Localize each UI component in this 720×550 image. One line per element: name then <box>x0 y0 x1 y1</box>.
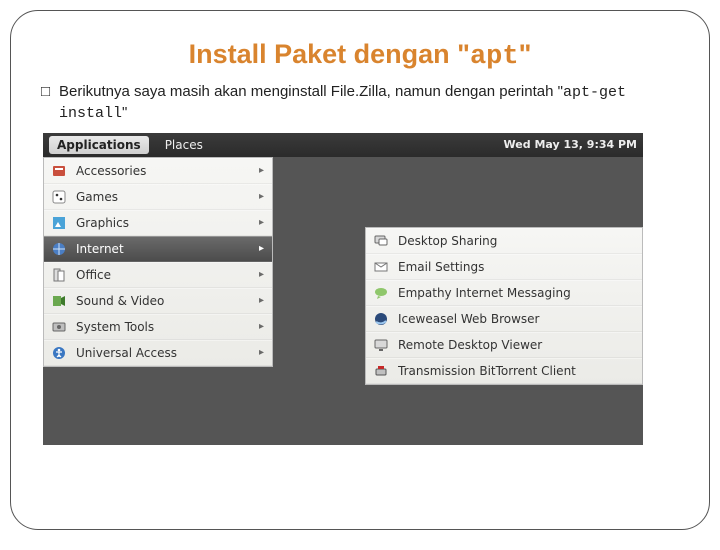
chevron-right-icon: ▸ <box>259 165 264 176</box>
submenu-item-label: Desktop Sharing <box>398 234 634 248</box>
menu-item-label: Internet <box>76 242 251 256</box>
menu-item-label: System Tools <box>76 320 251 334</box>
submenu-item-label: Transmission BitTorrent Client <box>398 364 634 378</box>
submenu-item-transmission[interactable]: Transmission BitTorrent Client <box>366 358 642 384</box>
menu-item-games[interactable]: Games ▸ <box>44 184 272 210</box>
menu-item-office[interactable]: Office ▸ <box>44 262 272 288</box>
accessories-icon <box>50 162 68 180</box>
slide-title: Install Paket dengan "apt" <box>41 39 679 72</box>
internet-submenu: Desktop Sharing Email Settings Empathy I… <box>365 227 643 385</box>
menu-item-graphics[interactable]: Graphics ▸ <box>44 210 272 236</box>
menu-item-label: Graphics <box>76 216 251 230</box>
panel-places-button[interactable]: Places <box>157 136 211 154</box>
universal-access-icon <box>50 344 68 362</box>
internet-icon <box>50 240 68 258</box>
menu-item-label: Universal Access <box>76 346 251 360</box>
chevron-right-icon: ▸ <box>259 321 264 332</box>
sound-video-icon <box>50 292 68 310</box>
body-part2: " <box>122 104 127 121</box>
chevron-right-icon: ▸ <box>259 269 264 280</box>
submenu-item-label: Email Settings <box>398 260 634 274</box>
title-mono: apt <box>470 42 519 72</box>
remote-desktop-icon <box>372 336 390 354</box>
graphics-icon <box>50 214 68 232</box>
menu-item-label: Office <box>76 268 251 282</box>
menu-gap <box>273 157 365 167</box>
submenu-item-iceweasel[interactable]: Iceweasel Web Browser <box>366 306 642 332</box>
gnome-top-panel: Applications Places Wed May 13, 9:34 PM <box>43 133 643 157</box>
office-icon <box>50 266 68 284</box>
games-icon <box>50 188 68 206</box>
transmission-icon <box>372 362 390 380</box>
menu-item-internet[interactable]: Internet ▸ <box>44 236 272 262</box>
chevron-right-icon: ▸ <box>259 243 264 254</box>
submenu-item-label: Empathy Internet Messaging <box>398 286 634 300</box>
iceweasel-icon <box>372 310 390 328</box>
submenu-item-label: Remote Desktop Viewer <box>398 338 634 352</box>
title-prefix: Install Paket dengan " <box>189 39 470 69</box>
menu-item-universal[interactable]: Universal Access ▸ <box>44 340 272 366</box>
desktop-background <box>43 385 643 445</box>
submenu-item-label: Iceweasel Web Browser <box>398 312 634 326</box>
system-tools-icon <box>50 318 68 336</box>
empathy-icon <box>372 284 390 302</box>
desktop-sharing-icon <box>372 232 390 250</box>
applications-menu: Accessories ▸ Games ▸ Graphics ▸ Interne… <box>43 157 273 367</box>
title-suffix: " <box>519 39 532 69</box>
chevron-right-icon: ▸ <box>259 295 264 306</box>
menu-item-accessories[interactable]: Accessories ▸ <box>44 158 272 184</box>
submenu-item-empathy[interactable]: Empathy Internet Messaging <box>366 280 642 306</box>
slide-body: □ Berikutnya saya masih akan menginstall… <box>41 82 679 125</box>
menu-item-soundvideo[interactable]: Sound & Video ▸ <box>44 288 272 314</box>
menu-item-label: Accessories <box>76 164 251 178</box>
chevron-right-icon: ▸ <box>259 347 264 358</box>
chevron-right-icon: ▸ <box>259 191 264 202</box>
body-content: Berikutnya saya masih akan menginstall F… <box>59 82 679 125</box>
chevron-right-icon: ▸ <box>259 217 264 228</box>
menu-item-systemtools[interactable]: System Tools ▸ <box>44 314 272 340</box>
menu-item-label: Games <box>76 190 251 204</box>
slide-frame: Install Paket dengan "apt" □ Berikutnya … <box>10 10 710 530</box>
menu-area: Accessories ▸ Games ▸ Graphics ▸ Interne… <box>43 157 643 385</box>
bullet: □ <box>41 82 59 125</box>
gnome-screenshot: Applications Places Wed May 13, 9:34 PM … <box>43 133 643 445</box>
menu-item-label: Sound & Video <box>76 294 251 308</box>
submenu-item-email-settings[interactable]: Email Settings <box>366 254 642 280</box>
body-part1: Berikutnya saya masih akan menginstall F… <box>59 83 563 100</box>
email-settings-icon <box>372 258 390 276</box>
panel-applications-button[interactable]: Applications <box>49 136 149 154</box>
submenu-item-remote-desktop[interactable]: Remote Desktop Viewer <box>366 332 642 358</box>
panel-clock: Wed May 13, 9:34 PM <box>504 138 637 151</box>
submenu-item-desktop-sharing[interactable]: Desktop Sharing <box>366 228 642 254</box>
